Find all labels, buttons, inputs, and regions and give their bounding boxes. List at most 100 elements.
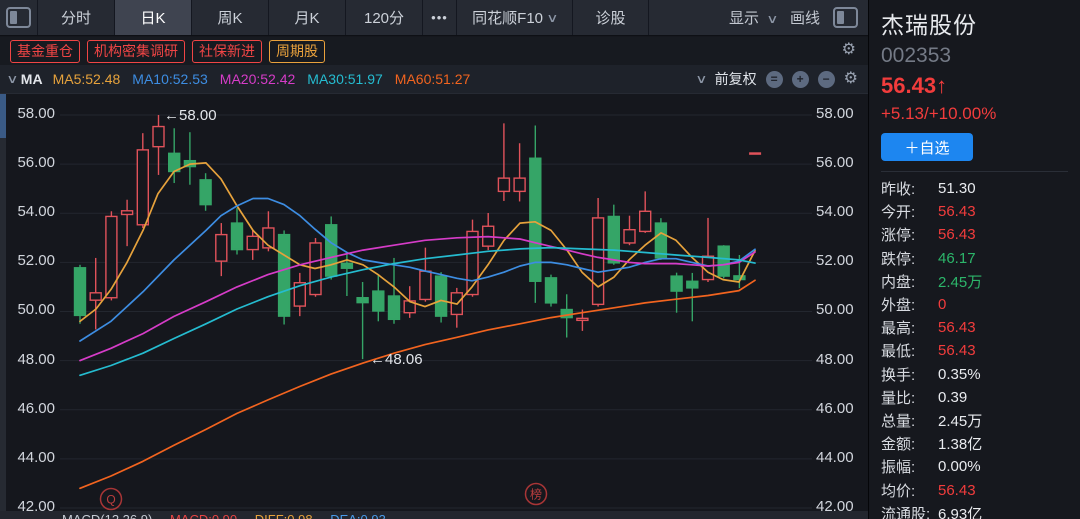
stat-label: 换手: bbox=[881, 364, 938, 385]
scroll-thumb[interactable] bbox=[0, 94, 6, 138]
stat-value: 56.43 bbox=[938, 482, 976, 499]
stats-list: 昨收:51.30今开:56.43涨停:56.43跌停:46.17内盘:2.45万… bbox=[881, 177, 1080, 519]
candlestick-chart[interactable]: ←58.00←48.06Q榜 bbox=[0, 94, 868, 511]
zoom-out-button[interactable]: − bbox=[818, 71, 835, 88]
ma-value: MA60:51.27 bbox=[395, 71, 471, 87]
stat-value: 56.43 bbox=[938, 226, 976, 243]
stock-tag[interactable]: 机构密集调研 bbox=[87, 40, 185, 63]
f10-label: 同花顺F10 bbox=[472, 7, 543, 28]
stat-label: 流通股: bbox=[881, 503, 938, 519]
tab-period[interactable]: 周K bbox=[192, 0, 269, 35]
stat-row: 涨停:56.43 bbox=[881, 223, 1080, 246]
y-axis-label: 54.00 bbox=[0, 203, 55, 221]
y-axis-label: 48.00 bbox=[816, 351, 854, 369]
tab-period[interactable]: 月K bbox=[269, 0, 346, 35]
stat-row: 金额:1.38亿 bbox=[881, 432, 1080, 455]
stock-tags-row: 基金重仓机构密集调研社保新进周期股 ⚙ bbox=[0, 37, 868, 65]
y-axis-label: 46.00 bbox=[0, 400, 55, 418]
chart-stamp: Q bbox=[106, 493, 115, 507]
tags-settings-gear-icon[interactable]: ⚙ bbox=[842, 42, 856, 58]
stat-row: 总量:2.45万 bbox=[881, 409, 1080, 432]
y-axis-label: 44.00 bbox=[0, 449, 55, 467]
stat-label: 昨收: bbox=[881, 178, 938, 199]
panel-divider bbox=[881, 171, 1068, 172]
stat-label: 总量: bbox=[881, 410, 938, 431]
layout-toggle-button[interactable] bbox=[0, 0, 38, 35]
period-tabs: 分时日K周K月K120分 bbox=[38, 0, 423, 35]
stat-row: 外盘:0 bbox=[881, 293, 1080, 316]
stat-label: 量比: bbox=[881, 387, 938, 408]
stat-value: 0.39 bbox=[938, 389, 967, 406]
tab-period[interactable]: 分时 bbox=[38, 0, 115, 35]
app-root: 分时日K周K月K120分 ••• 同花顺F10 ∨ 诊股 显示 ∨ 画线 基金重… bbox=[0, 0, 1080, 519]
more-periods-button[interactable]: ••• bbox=[423, 0, 457, 35]
ma-value: MA10:52.53 bbox=[132, 71, 208, 87]
price-adjust-mode[interactable]: 前复权 bbox=[715, 69, 757, 89]
stock-tag[interactable]: 周期股 bbox=[269, 40, 325, 63]
y-axis-label: 46.00 bbox=[816, 400, 854, 418]
ma-value: MA20:52.42 bbox=[220, 71, 296, 87]
stock-name: 杰瑞股份 bbox=[881, 6, 1080, 40]
tab-f10[interactable]: 同花顺F10 ∨ bbox=[457, 0, 573, 35]
stat-row: 振幅:0.00% bbox=[881, 455, 1080, 478]
panel-toggle-icon bbox=[6, 7, 31, 28]
chevron-down-icon: ∨ bbox=[766, 12, 778, 26]
dea-value: DEA:0.93 bbox=[330, 512, 386, 519]
stat-row: 昨收:51.30 bbox=[881, 177, 1080, 200]
stat-row: 均价:56.43 bbox=[881, 478, 1080, 501]
stat-label: 内盘: bbox=[881, 271, 938, 292]
stat-value: 0.35% bbox=[938, 366, 981, 383]
stock-tag[interactable]: 基金重仓 bbox=[10, 40, 80, 63]
stat-row: 流通股:6.93亿 bbox=[881, 502, 1080, 519]
chart-area: 分时日K周K月K120分 ••• 同花顺F10 ∨ 诊股 显示 ∨ 画线 基金重… bbox=[0, 0, 868, 519]
stat-row: 量比:0.39 bbox=[881, 386, 1080, 409]
stat-row: 最高:56.43 bbox=[881, 316, 1080, 339]
toolbar-spacer bbox=[649, 0, 729, 35]
zoom-reset-button[interactable]: = bbox=[766, 71, 783, 88]
tab-period[interactable]: 日K bbox=[115, 0, 192, 35]
price-annotation: ←58.00 bbox=[164, 107, 217, 124]
add-watchlist-button[interactable]: ＋自选 bbox=[881, 133, 973, 161]
stat-value: 56.43 bbox=[938, 319, 976, 336]
ma-values: MA5:52.48MA10:52.53MA20:52.42MA30:51.97M… bbox=[53, 71, 483, 87]
display-dropdown[interactable]: 显示 ∨ bbox=[729, 7, 777, 28]
ma-indicator-bar: ∨ MA MA5:52.48MA10:52.53MA20:52.42MA30:5… bbox=[0, 65, 868, 94]
price-value: 56.43 bbox=[881, 73, 936, 98]
price-change: +5.13/+10.00% bbox=[881, 104, 1080, 124]
left-scroll-strip[interactable] bbox=[0, 94, 6, 511]
chart-stamp: 榜 bbox=[530, 487, 542, 502]
chevron-down-icon: ∨ bbox=[546, 11, 558, 25]
ma-collapse-chevron-icon[interactable]: ∨ bbox=[6, 72, 18, 86]
stat-label: 最高: bbox=[881, 317, 938, 338]
stat-label: 振幅: bbox=[881, 456, 938, 477]
toolbar: 分时日K周K月K120分 ••• 同花顺F10 ∨ 诊股 显示 ∨ 画线 bbox=[0, 0, 868, 36]
tab-period[interactable]: 120分 bbox=[346, 0, 423, 35]
toolbar-right: 显示 ∨ 画线 bbox=[729, 0, 868, 35]
macd-bar-cutoff: MACD(12,26,9) MACD:0.90 DIFF:0.98 DEA:0.… bbox=[0, 511, 868, 519]
quote-panel: 杰瑞股份 002353 56.43↑ +5.13/+10.00% ＋自选 昨收:… bbox=[868, 0, 1080, 519]
tab-diagnose[interactable]: 诊股 bbox=[573, 0, 649, 35]
y-axis-label: 58.00 bbox=[0, 105, 55, 123]
stat-value: 46.17 bbox=[938, 250, 976, 267]
y-axis-label: 58.00 bbox=[816, 105, 854, 123]
chart-canvas[interactable]: ←58.00←48.06Q榜 bbox=[0, 94, 868, 511]
ma-settings-gear-icon[interactable]: ⚙ bbox=[844, 71, 858, 87]
ma-value: MA30:51.97 bbox=[307, 71, 383, 87]
zoom-in-button[interactable]: + bbox=[792, 71, 809, 88]
ma-title: MA bbox=[21, 71, 43, 87]
stat-row: 跌停:46.17 bbox=[881, 247, 1080, 270]
stock-code: 002353 bbox=[881, 44, 1080, 68]
current-price: 56.43↑ bbox=[881, 73, 1080, 99]
stat-value: 1.38亿 bbox=[938, 433, 982, 454]
adjust-chevron-icon: ∨ bbox=[695, 72, 707, 86]
draw-line-button[interactable]: 画线 bbox=[790, 7, 820, 28]
display-label: 显示 bbox=[729, 10, 759, 27]
sidebar-toggle-icon[interactable] bbox=[833, 7, 858, 28]
stat-row: 今开:56.43 bbox=[881, 200, 1080, 223]
y-axis-label: 52.00 bbox=[816, 252, 854, 270]
stat-value: 0.00% bbox=[938, 458, 981, 475]
stat-label: 跌停: bbox=[881, 248, 938, 269]
y-axis-label: 54.00 bbox=[816, 203, 854, 221]
stock-tag[interactable]: 社保新进 bbox=[192, 40, 262, 63]
stat-value: 6.93亿 bbox=[938, 503, 982, 519]
